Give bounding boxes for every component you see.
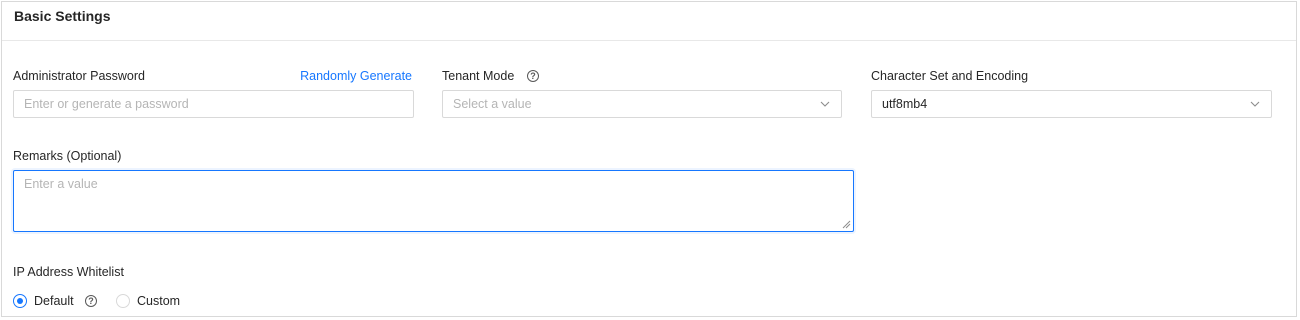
ip-whitelist-label: IP Address Whitelist (13, 265, 124, 279)
charset-select[interactable]: utf8mb4 (871, 90, 1272, 118)
remarks-label: Remarks (Optional) (13, 149, 122, 163)
radio-default[interactable] (13, 294, 27, 308)
section-title: Basic Settings (14, 8, 111, 24)
question-circle-icon[interactable]: ? (85, 295, 97, 307)
admin-password-placeholder: Enter or generate a password (24, 97, 189, 111)
admin-password-label: Administrator Password (13, 69, 145, 83)
radio-default-label[interactable]: Default (34, 294, 74, 308)
remarks-textarea[interactable]: Enter a value (13, 170, 854, 232)
card-header: Basic Settings (2, 2, 1296, 41)
chevron-down-icon (1250, 101, 1260, 107)
admin-password-input[interactable]: Enter or generate a password (13, 90, 414, 118)
tenant-mode-select[interactable]: Select a value (442, 90, 842, 118)
basic-settings-card: Basic Settings Administrator Password Ra… (1, 1, 1297, 317)
charset-label: Character Set and Encoding (871, 69, 1029, 83)
tenant-mode-label: Tenant Mode (442, 69, 515, 83)
radio-custom[interactable] (116, 294, 130, 308)
charset-value: utf8mb4 (882, 97, 928, 111)
chevron-down-icon (820, 101, 830, 107)
randomly-generate-link[interactable]: Randomly Generate (300, 69, 412, 83)
tenant-mode-placeholder: Select a value (453, 97, 532, 111)
remarks-placeholder: Enter a value (24, 177, 98, 191)
radio-custom-label[interactable]: Custom (137, 294, 180, 308)
resize-handle-icon[interactable] (842, 220, 851, 229)
question-circle-icon[interactable]: ? (527, 70, 539, 82)
